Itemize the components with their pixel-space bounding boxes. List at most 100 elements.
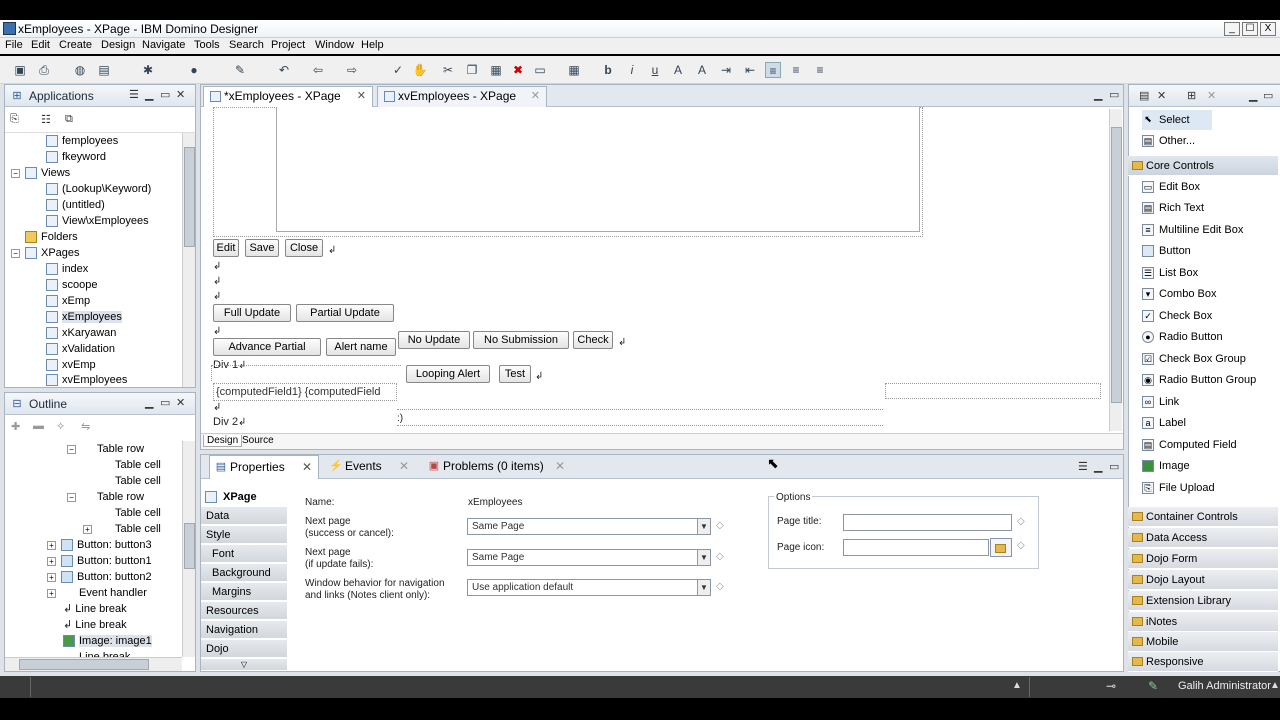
tree-item-xpages[interactable]: XPages — [25, 245, 80, 261]
close-button[interactable]: X — [1260, 22, 1276, 36]
test-button[interactable]: Test — [499, 365, 531, 383]
outline-item[interactable]: Table cell — [115, 457, 161, 473]
alert-name-button[interactable]: Alert name — [326, 338, 396, 356]
palette-image[interactable]: Image — [1142, 456, 1190, 476]
tree-item-xpage[interactable]: scoope — [46, 277, 97, 293]
copy-icon[interactable]: ❐ — [464, 62, 480, 78]
tree-item-fkeyword[interactable]: fkeyword — [46, 149, 106, 165]
source-tab[interactable]: Source — [239, 435, 277, 446]
diamond-icon[interactable]: ◇ — [716, 551, 724, 563]
maximize-icon[interactable]: ▭ — [160, 88, 170, 101]
window-behavior-select[interactable]: Use application default ▼ — [467, 579, 711, 596]
outline-item[interactable]: Table cell — [115, 473, 161, 489]
print-icon[interactable]: ⎙ — [36, 62, 52, 78]
drawer-core-controls[interactable]: Core Controls — [1128, 156, 1278, 176]
tree-item-xpage-selected[interactable]: xEmployees — [46, 309, 122, 325]
palette-edit-box[interactable]: ▭ Edit Box — [1142, 177, 1200, 197]
save-icon[interactable]: ▣ — [12, 62, 28, 78]
minimize-icon[interactable]: ▁ — [1249, 89, 1257, 102]
minimize-icon[interactable]: ▁ — [145, 88, 153, 101]
filter-icon[interactable]: ⧉ — [65, 113, 73, 126]
full-update-button[interactable]: Full Update — [213, 304, 291, 322]
close-doc-button[interactable]: Close — [285, 239, 323, 257]
drawer-dojo-layout[interactable]: Dojo Layout — [1128, 570, 1278, 590]
tree-item-view[interactable]: (untitled) — [46, 197, 105, 213]
close-tab-icon[interactable]: ✕ — [531, 87, 540, 106]
page-icon-input[interactable] — [843, 539, 989, 556]
data-palette-icon[interactable]: ⊞ — [1187, 89, 1196, 102]
table-icon[interactable]: ▭ — [532, 62, 548, 78]
drawer-mobile[interactable]: Mobile — [1128, 632, 1278, 652]
maximize-icon[interactable]: ▭ — [1109, 460, 1119, 473]
next-page-select[interactable]: Same Page ▼ — [467, 518, 711, 535]
tree-item-folders[interactable]: Folders — [25, 229, 78, 245]
no-update-button[interactable]: No Update — [398, 331, 470, 349]
expand-icon[interactable]: ⟡ — [57, 420, 64, 433]
bold-icon[interactable]: b — [600, 62, 616, 78]
diamond-icon[interactable]: ◇ — [1017, 516, 1025, 528]
close-icon[interactable]: ✕ — [1207, 89, 1216, 102]
globe-icon[interactable]: ◍ — [72, 62, 88, 78]
run-icon[interactable]: ● — [186, 62, 202, 78]
check-button[interactable]: Check — [573, 331, 613, 349]
nav-data[interactable]: Data — [201, 507, 287, 525]
undo-icon[interactable]: ↶ — [276, 62, 292, 78]
nav-resources[interactable]: Resources — [201, 602, 287, 620]
hand-icon[interactable]: ✋ — [412, 62, 428, 78]
remove-icon[interactable]: ▬ — [33, 420, 44, 432]
tab-xvemployees[interactable]: xvEmployees - XPage ✕ — [377, 86, 547, 107]
outline-item[interactable]: Table row — [97, 441, 144, 457]
grid-icon[interactable]: ▦ — [566, 62, 582, 78]
tree-item-xpage[interactable]: xKaryawan — [46, 325, 116, 341]
palette-rich-text[interactable]: ▤ Rich Text — [1142, 198, 1204, 218]
menu-navigate[interactable]: Navigate — [142, 39, 185, 51]
applications-scrollbar[interactable] — [182, 133, 195, 387]
palette-radio-button[interactable]: ● Radio Button — [1142, 327, 1223, 347]
palette-computed-field[interactable]: ▤ Computed Field — [1142, 435, 1237, 455]
palette-other[interactable]: ▤ Other... — [1142, 131, 1195, 151]
outline-item[interactable]: Event handler — [79, 585, 147, 601]
drawer-inotes[interactable]: iNotes — [1128, 612, 1278, 632]
palette-button[interactable]: Button — [1142, 241, 1191, 261]
palette-link[interactable]: ∞ Link — [1142, 392, 1179, 412]
tree-item-xpage[interactable]: xvEmp — [46, 357, 96, 373]
minimize-icon[interactable]: ▁ — [145, 396, 153, 409]
maximize-icon[interactable]: ▭ — [160, 396, 170, 409]
tree-item-view[interactable]: View\xEmployees — [46, 213, 149, 229]
close-icon[interactable]: ✕ — [176, 396, 185, 409]
collapse-icon[interactable]: − — [11, 169, 20, 178]
close-tab-icon[interactable]: ✕ — [399, 455, 409, 477]
advance-partial-button[interactable]: Advance Partial — [213, 338, 321, 356]
maximize-icon[interactable]: ▭ — [1109, 88, 1119, 101]
menu-help[interactable]: Help — [361, 39, 384, 51]
italic-icon[interactable]: i — [624, 62, 640, 78]
edit-button[interactable]: Edit — [213, 239, 239, 257]
menu-icon[interactable]: ☰ — [1078, 460, 1088, 473]
expand-icon[interactable]: + — [83, 525, 92, 534]
close-tab-icon[interactable]: ✕ — [302, 456, 312, 478]
align-right-icon[interactable]: ≡ — [788, 62, 804, 78]
outline-scrollbar[interactable] — [182, 441, 195, 657]
menu-search[interactable]: Search — [229, 39, 264, 51]
status-menu-icon[interactable]: ▲ — [1270, 680, 1280, 691]
tree-item-views[interactable]: Views — [25, 165, 70, 181]
tree-item-view[interactable]: (Lookup\Keyword) — [46, 181, 151, 197]
palette-list-box[interactable]: ☰ List Box — [1142, 263, 1198, 283]
preview-icon[interactable]: ▤ — [96, 62, 112, 78]
expand-icon[interactable]: + — [47, 557, 56, 566]
close-tab-icon[interactable]: ✕ — [555, 455, 565, 477]
palette-combo-box[interactable]: ▾ Combo Box — [1142, 284, 1216, 304]
nav-navigation[interactable]: Navigation — [201, 621, 287, 639]
key-icon[interactable]: ⊸ — [1106, 679, 1116, 693]
maximize-icon[interactable]: ▭ — [1263, 89, 1273, 102]
outline-item-selected[interactable]: Image: image1 — [63, 633, 152, 649]
expand-icon[interactable]: + — [47, 573, 56, 582]
close-icon[interactable]: ✕ — [1157, 89, 1166, 102]
scroll-thumb[interactable] — [19, 659, 149, 670]
drawer-container-controls[interactable]: Container Controls — [1128, 507, 1278, 527]
no-submission-button[interactable]: No Submission — [473, 331, 569, 349]
maximize-button[interactable]: ☐ — [1242, 22, 1258, 36]
menu-edit[interactable]: Edit — [31, 39, 50, 51]
mark-icon[interactable]: ✓ — [390, 62, 406, 78]
menu-design[interactable]: Design — [101, 39, 135, 51]
